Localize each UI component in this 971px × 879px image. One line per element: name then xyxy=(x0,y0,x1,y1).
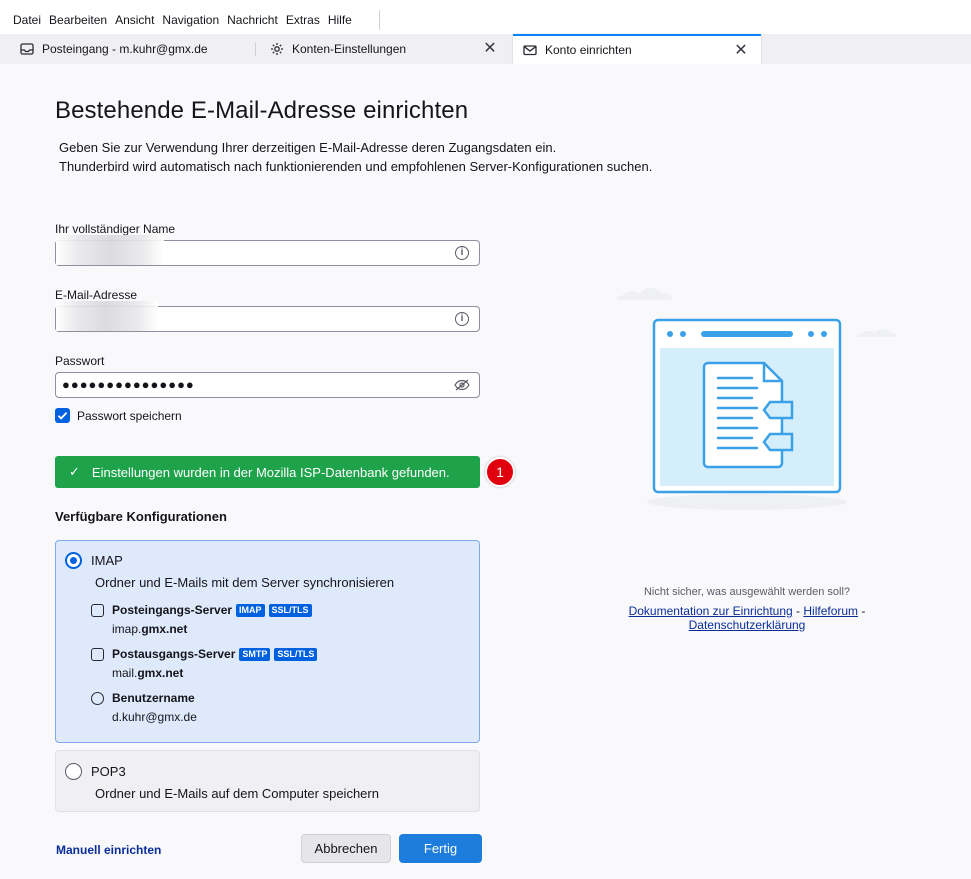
protocol-tag: IMAP xyxy=(236,603,265,617)
document-illustration xyxy=(607,274,927,534)
tab-divider xyxy=(255,42,256,56)
menu-navigation[interactable]: Navigation xyxy=(162,12,219,28)
username-label: Benutzername xyxy=(112,691,195,705)
email-label: E-Mail-Adresse xyxy=(55,288,138,302)
config-title: IMAP xyxy=(91,553,123,568)
config-option-pop3[interactable]: POP3 Ordner und E-Mails auf dem Computer… xyxy=(55,750,480,812)
name-label: Ihr vollständiger Name xyxy=(55,222,176,236)
password-field[interactable]: ●●●●●●●●●●●●●●● xyxy=(55,372,480,398)
remember-password-row[interactable]: Passwort speichern xyxy=(55,408,182,423)
password-label: Passwort xyxy=(55,354,105,368)
outgoing-server-label: Postausgangs-Server xyxy=(112,647,236,661)
redacted-value xyxy=(56,301,158,331)
name-field[interactable]: i xyxy=(55,235,480,266)
tab-inbox[interactable]: Posteingang - m.kuhr@gmx.de xyxy=(10,34,255,64)
menu-bearbeiten[interactable]: Bearbeiten xyxy=(49,12,107,28)
done-button[interactable]: Fertig xyxy=(399,834,482,863)
page-description: Geben Sie zur Verwendung Ihrer derzeitig… xyxy=(59,138,759,176)
incoming-server: Posteingangs-Server IMAP SSL/TLS imap.gm… xyxy=(91,602,312,636)
config-title: POP3 xyxy=(91,764,126,779)
account-setup-page: Bestehende E-Mail-Adresse einrichten Geb… xyxy=(7,64,971,879)
menu-hilfe[interactable]: Hilfe xyxy=(328,12,352,28)
info-icon[interactable]: i xyxy=(455,246,469,260)
username-value: d.kuhr@gmx.de xyxy=(112,710,197,724)
incoming-server-label: Posteingangs-Server xyxy=(112,603,233,617)
help-question: Nicht sicher, was ausgewählt werden soll… xyxy=(643,586,851,598)
user-icon xyxy=(91,691,104,705)
description-line: Thunderbird wird automatisch nach funkti… xyxy=(59,159,653,174)
close-icon[interactable]: ✕ xyxy=(482,41,498,57)
redacted-value xyxy=(56,235,164,265)
setup-docs-link[interactable]: Dokumentation zur Einrichtung xyxy=(629,604,793,618)
success-notification: ✓ Einstellungen wurden in der Mozilla IS… xyxy=(55,456,480,488)
description-line: Geben Sie zur Verwendung Ihrer derzeitig… xyxy=(59,140,557,155)
tab-account-settings[interactable]: Konten-Einstellungen ✕ xyxy=(260,34,510,64)
checkmark-icon: ✓ xyxy=(69,464,80,479)
cancel-button[interactable]: Abbrechen xyxy=(301,834,391,863)
protocol-tag: SMTP xyxy=(239,647,271,661)
security-tag: SSL/TLS xyxy=(274,647,318,661)
help-forum-link[interactable]: Hilfeforum xyxy=(803,604,858,618)
email-field[interactable]: i xyxy=(55,301,480,332)
password-value: ●●●●●●●●●●●●●●● xyxy=(62,377,195,392)
help-links: Dokumentation zur Einrichtung - Hilfefor… xyxy=(628,604,866,632)
config-subtitle: Ordner und E-Mails mit dem Server synchr… xyxy=(95,575,395,590)
outgoing-server: Postausgangs-Server SMTP SSL/TLS mail.gm… xyxy=(91,646,318,680)
tab-label: Posteingang - m.kuhr@gmx.de xyxy=(42,42,208,56)
server-outgoing-icon xyxy=(91,647,104,661)
menu-bar: Datei Bearbeiten Ansicht Navigation Nach… xyxy=(0,0,971,34)
remember-password-checkbox[interactable] xyxy=(55,408,70,423)
annotation-badge: 1 xyxy=(485,457,515,487)
username-row: Benutzername d.kuhr@gmx.de xyxy=(91,690,197,724)
incoming-host: imap.gmx.net xyxy=(112,622,188,636)
security-tag: SSL/TLS xyxy=(268,603,312,617)
eye-slash-icon[interactable] xyxy=(454,378,470,392)
inbox-icon xyxy=(20,42,34,56)
tab-account-setup[interactable]: Konto einrichten ✕ xyxy=(513,34,761,64)
tab-bar: Posteingang - m.kuhr@gmx.de Konten-Einst… xyxy=(0,34,971,64)
envelope-icon xyxy=(523,43,537,57)
privacy-link[interactable]: Datenschutzerklärung xyxy=(689,618,806,632)
menu-extras[interactable]: Extras xyxy=(286,12,320,28)
menu-nachricht[interactable]: Nachricht xyxy=(227,12,278,28)
tab-label: Konto einrichten xyxy=(545,43,632,57)
menu-ansicht[interactable]: Ansicht xyxy=(115,12,154,28)
page-title: Bestehende E-Mail-Adresse einrichten xyxy=(55,97,469,124)
remember-password-label[interactable]: Passwort speichern xyxy=(77,409,182,423)
configurations-heading: Verfügbare Konfigurationen xyxy=(55,509,227,524)
server-incoming-icon xyxy=(91,603,104,617)
radio-imap[interactable] xyxy=(65,552,82,569)
manual-setup-link[interactable]: Manuell einrichten xyxy=(56,843,161,857)
radio-pop3[interactable] xyxy=(65,763,82,780)
info-icon[interactable]: i xyxy=(455,312,469,326)
close-icon[interactable]: ✕ xyxy=(733,43,749,59)
tab-label: Konten-Einstellungen xyxy=(292,42,407,56)
gear-icon xyxy=(270,42,284,56)
menu-datei[interactable]: Datei xyxy=(13,12,41,28)
config-option-imap[interactable]: IMAP Ordner und E-Mails mit dem Server s… xyxy=(55,540,480,743)
outgoing-host: mail.gmx.net xyxy=(112,666,184,680)
success-message: Einstellungen wurden in der Mozilla ISP-… xyxy=(91,464,450,480)
menu-divider xyxy=(379,10,380,30)
config-subtitle: Ordner und E-Mails auf dem Computer spei… xyxy=(95,786,379,801)
